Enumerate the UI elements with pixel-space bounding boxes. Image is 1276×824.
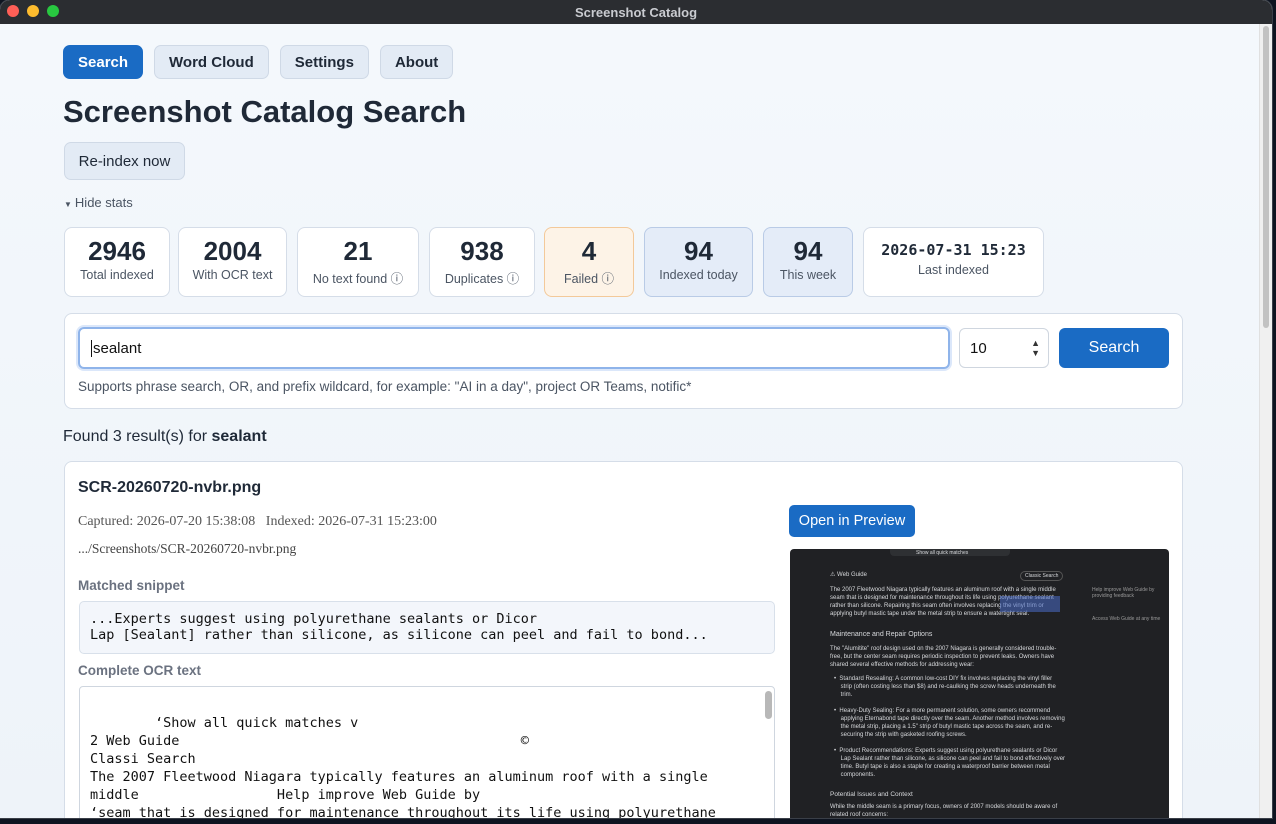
thumb-h3: Potential Issues and Context: [830, 791, 913, 798]
stat-value: 94: [793, 236, 823, 266]
app-window: Screenshot Catalog Search Word Cloud Set…: [0, 0, 1272, 818]
page-content: Search Word Cloud Settings About Screens…: [0, 24, 1260, 818]
stat-value: 2026-07-31 15:23: [881, 241, 1026, 259]
tab-search[interactable]: Search: [63, 45, 144, 79]
stat-label: This week: [779, 268, 837, 282]
search-button[interactable]: Search: [1059, 328, 1169, 368]
stat-label: Last indexed: [918, 263, 989, 277]
stat-label: Duplicates ⓘ: [444, 272, 520, 286]
minimize-window-button[interactable]: [27, 5, 39, 17]
ocr-text-area[interactable]: ‘Show all quick matches v 2 Web Guide © …: [79, 686, 775, 818]
stat-no-text[interactable]: 21 No text found ⓘ: [297, 227, 419, 297]
text-caret: [91, 339, 92, 357]
open-in-preview-button[interactable]: Open in Preview: [789, 505, 915, 537]
thumb-web-guide: ⚠ Web Guide: [830, 572, 867, 578]
ocr-heading: Complete OCR text: [78, 663, 202, 678]
stat-value: 938: [460, 236, 504, 266]
matched-snippet: ...Experts suggest using polyurethane se…: [79, 601, 775, 654]
stat-label: Indexed today: [659, 268, 738, 282]
stat-failed[interactable]: 4 Failed ⓘ: [544, 227, 634, 297]
thumb-bullet-1: • Standard Resealing: A common low-cost …: [834, 676, 1056, 698]
page-scrollbar-thumb[interactable]: [1263, 26, 1269, 328]
page-scrollbar[interactable]: [1259, 24, 1272, 818]
stat-last-indexed: 2026-07-31 15:23 Last indexed: [863, 227, 1044, 297]
search-hint: Supports phrase search, OR, and prefix w…: [78, 379, 692, 394]
thumb-top-text: Show all quick matches: [916, 550, 969, 556]
result-card: SCR-20260720-nvbr.png Captured: 2026-07-…: [64, 461, 1183, 818]
screenshot-thumbnail[interactable]: Show all quick matches ⚠ Web Guide Class…: [790, 549, 1169, 818]
tab-word-cloud[interactable]: Word Cloud: [154, 45, 269, 79]
stat-total-indexed: 2946 Total indexed: [64, 227, 170, 297]
nav-tabs: Search Word Cloud Settings About: [63, 45, 454, 79]
stat-this-week: 94 This week: [763, 227, 853, 297]
result-path: .../Screenshots/SCR-20260720-nvbr.png: [78, 541, 297, 556]
tab-settings[interactable]: Settings: [279, 45, 369, 79]
search-card: sealant 10 ▲ ▼ Search Supports phrase sea…: [64, 313, 1183, 409]
stat-label: With OCR text: [192, 268, 273, 282]
title-bar: Screenshot Catalog: [0, 0, 1272, 24]
thumb-h2: Maintenance and Repair Options: [830, 631, 933, 638]
hide-stats-toggle[interactable]: ▼ Hide stats: [64, 195, 133, 210]
stat-label: Failed ⓘ: [563, 272, 615, 286]
stat-duplicates[interactable]: 938 Duplicates ⓘ: [429, 227, 535, 297]
thumb-access: Access Web Guide at any time: [1092, 616, 1161, 622]
thumb-p2: The "Alumitite" roof design used on the …: [830, 646, 1057, 668]
ocr-scrollbar[interactable]: [765, 691, 772, 719]
result-limit-value: 10: [970, 339, 987, 357]
thumb-highlight: [1000, 596, 1060, 612]
snippet-heading: Matched snippet: [78, 578, 185, 593]
result-filename: SCR-20260720-nvbr.png: [78, 479, 262, 496]
reindex-button[interactable]: Re-index now: [64, 142, 185, 180]
thumb-p3: While the middle seam is a primary focus…: [830, 804, 1058, 818]
stat-value: 2946: [88, 236, 146, 266]
hide-stats-label: Hide stats: [74, 195, 133, 210]
search-query: sealant: [93, 339, 142, 357]
stat-indexed-today: 94 Indexed today: [644, 227, 753, 297]
window-title: Screenshot Catalog: [574, 4, 698, 20]
stat-value: 94: [684, 236, 713, 266]
thumb-feedback: Help improve Web Guide by providing feed…: [1092, 587, 1155, 599]
tab-about[interactable]: About: [379, 45, 454, 79]
result-meta: Captured: 2026-07-20 15:38:08 Indexed: 2…: [78, 514, 437, 529]
thumb-bullet-3: • Product Recommendations: Experts sugge…: [834, 748, 1066, 778]
search-input[interactable]: sealant: [78, 327, 950, 369]
stat-label: Total indexed: [80, 268, 154, 282]
stat-value: 2004: [203, 236, 262, 266]
stepper-arrows-icon[interactable]: ▲ ▼: [1031, 338, 1040, 358]
stat-with-ocr: 2004 With OCR text: [178, 227, 287, 297]
results-summary-prefix: Found 3 result(s) for: [63, 428, 212, 445]
stat-value: 4: [581, 236, 597, 266]
ocr-text: ‘Show all quick matches v 2 Web Guide © …: [90, 715, 716, 818]
thumb-classic-search: Classic Search: [1020, 571, 1064, 581]
results-summary: Found 3 result(s) for sealant: [63, 428, 267, 446]
stat-label: No text found ⓘ: [312, 272, 404, 286]
close-window-button[interactable]: [7, 5, 19, 17]
thumb-bullet-2: • Heavy-Duty Sealing: For a more permane…: [834, 708, 1065, 738]
page-title: Screenshot Catalog Search: [63, 94, 467, 129]
triangle-down-icon: ▼: [64, 200, 72, 209]
results-summary-term: sealant: [211, 428, 267, 445]
result-limit-stepper[interactable]: 10 ▲ ▼: [959, 328, 1049, 368]
window-controls: [7, 5, 59, 17]
stat-value: 21: [343, 236, 373, 266]
zoom-window-button[interactable]: [47, 5, 59, 17]
